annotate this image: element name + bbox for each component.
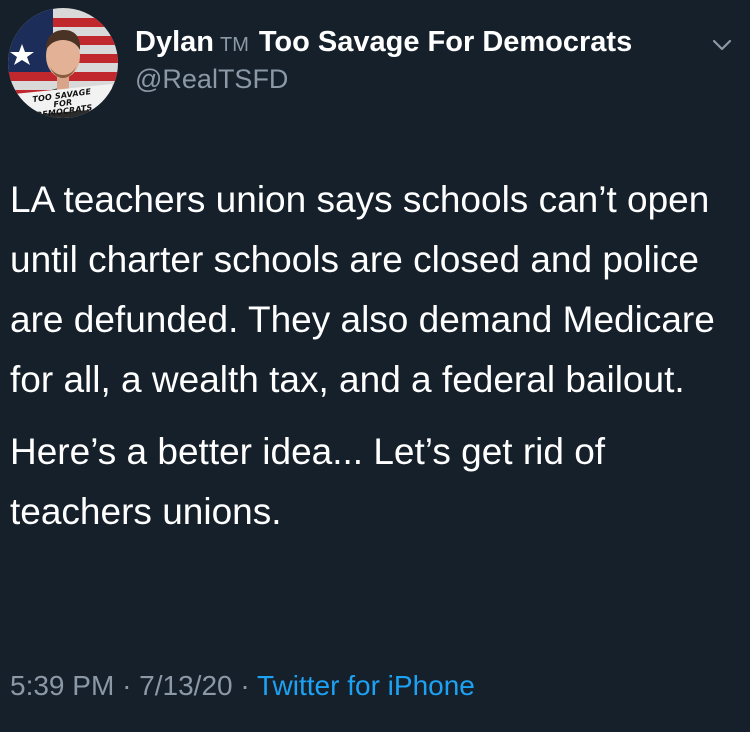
tweet: TOO SAVAGE FOR DEMOCRATS Dylan TM Too Sa… [0, 0, 750, 732]
avatar[interactable]: TOO SAVAGE FOR DEMOCRATS [8, 8, 118, 118]
user-handle[interactable]: @RealTSFD [135, 64, 730, 95]
tweet-text: LA teachers union says schools can’t ope… [10, 170, 740, 542]
meta-separator: · [122, 670, 132, 701]
display-name-suffix[interactable]: Too Savage For Democrats [259, 26, 632, 59]
tweet-time[interactable]: 5:39 PM [10, 670, 114, 701]
tweet-header: Dylan TM Too Savage For Democrats @RealT… [135, 26, 730, 95]
display-name[interactable]: Dylan [135, 26, 214, 59]
chevron-down-icon[interactable] [712, 38, 732, 52]
tweet-date[interactable]: 7/13/20 [139, 670, 232, 701]
meta-separator: · [240, 670, 250, 701]
tweet-meta: 5:39 PM · 7/13/20 · Twitter for iPhone [10, 670, 475, 702]
tweet-source-link[interactable]: Twitter for iPhone [257, 670, 475, 701]
tweet-paragraph: Here’s a better idea... Let’s get rid of… [10, 431, 606, 532]
tweet-paragraph: LA teachers union says schools can’t ope… [10, 179, 715, 400]
trademark-mark: TM [219, 34, 249, 56]
name-row[interactable]: Dylan TM Too Savage For Democrats [135, 26, 730, 62]
